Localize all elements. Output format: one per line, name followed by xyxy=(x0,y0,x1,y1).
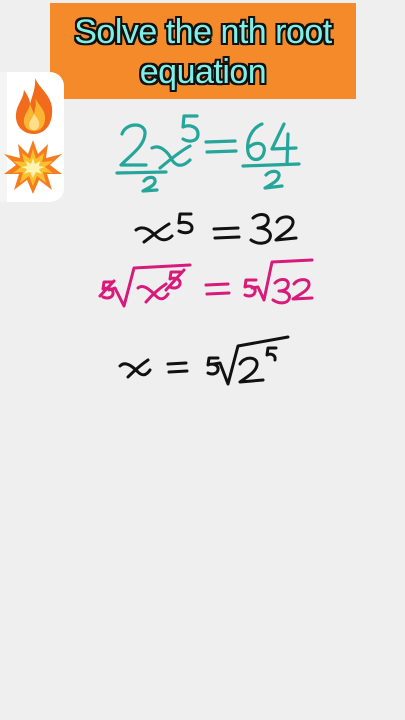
equation-3 xyxy=(98,258,314,308)
equation-2 xyxy=(134,212,298,245)
math-board xyxy=(98,114,314,386)
equation-4 xyxy=(118,335,290,386)
equation-1 xyxy=(115,114,301,193)
